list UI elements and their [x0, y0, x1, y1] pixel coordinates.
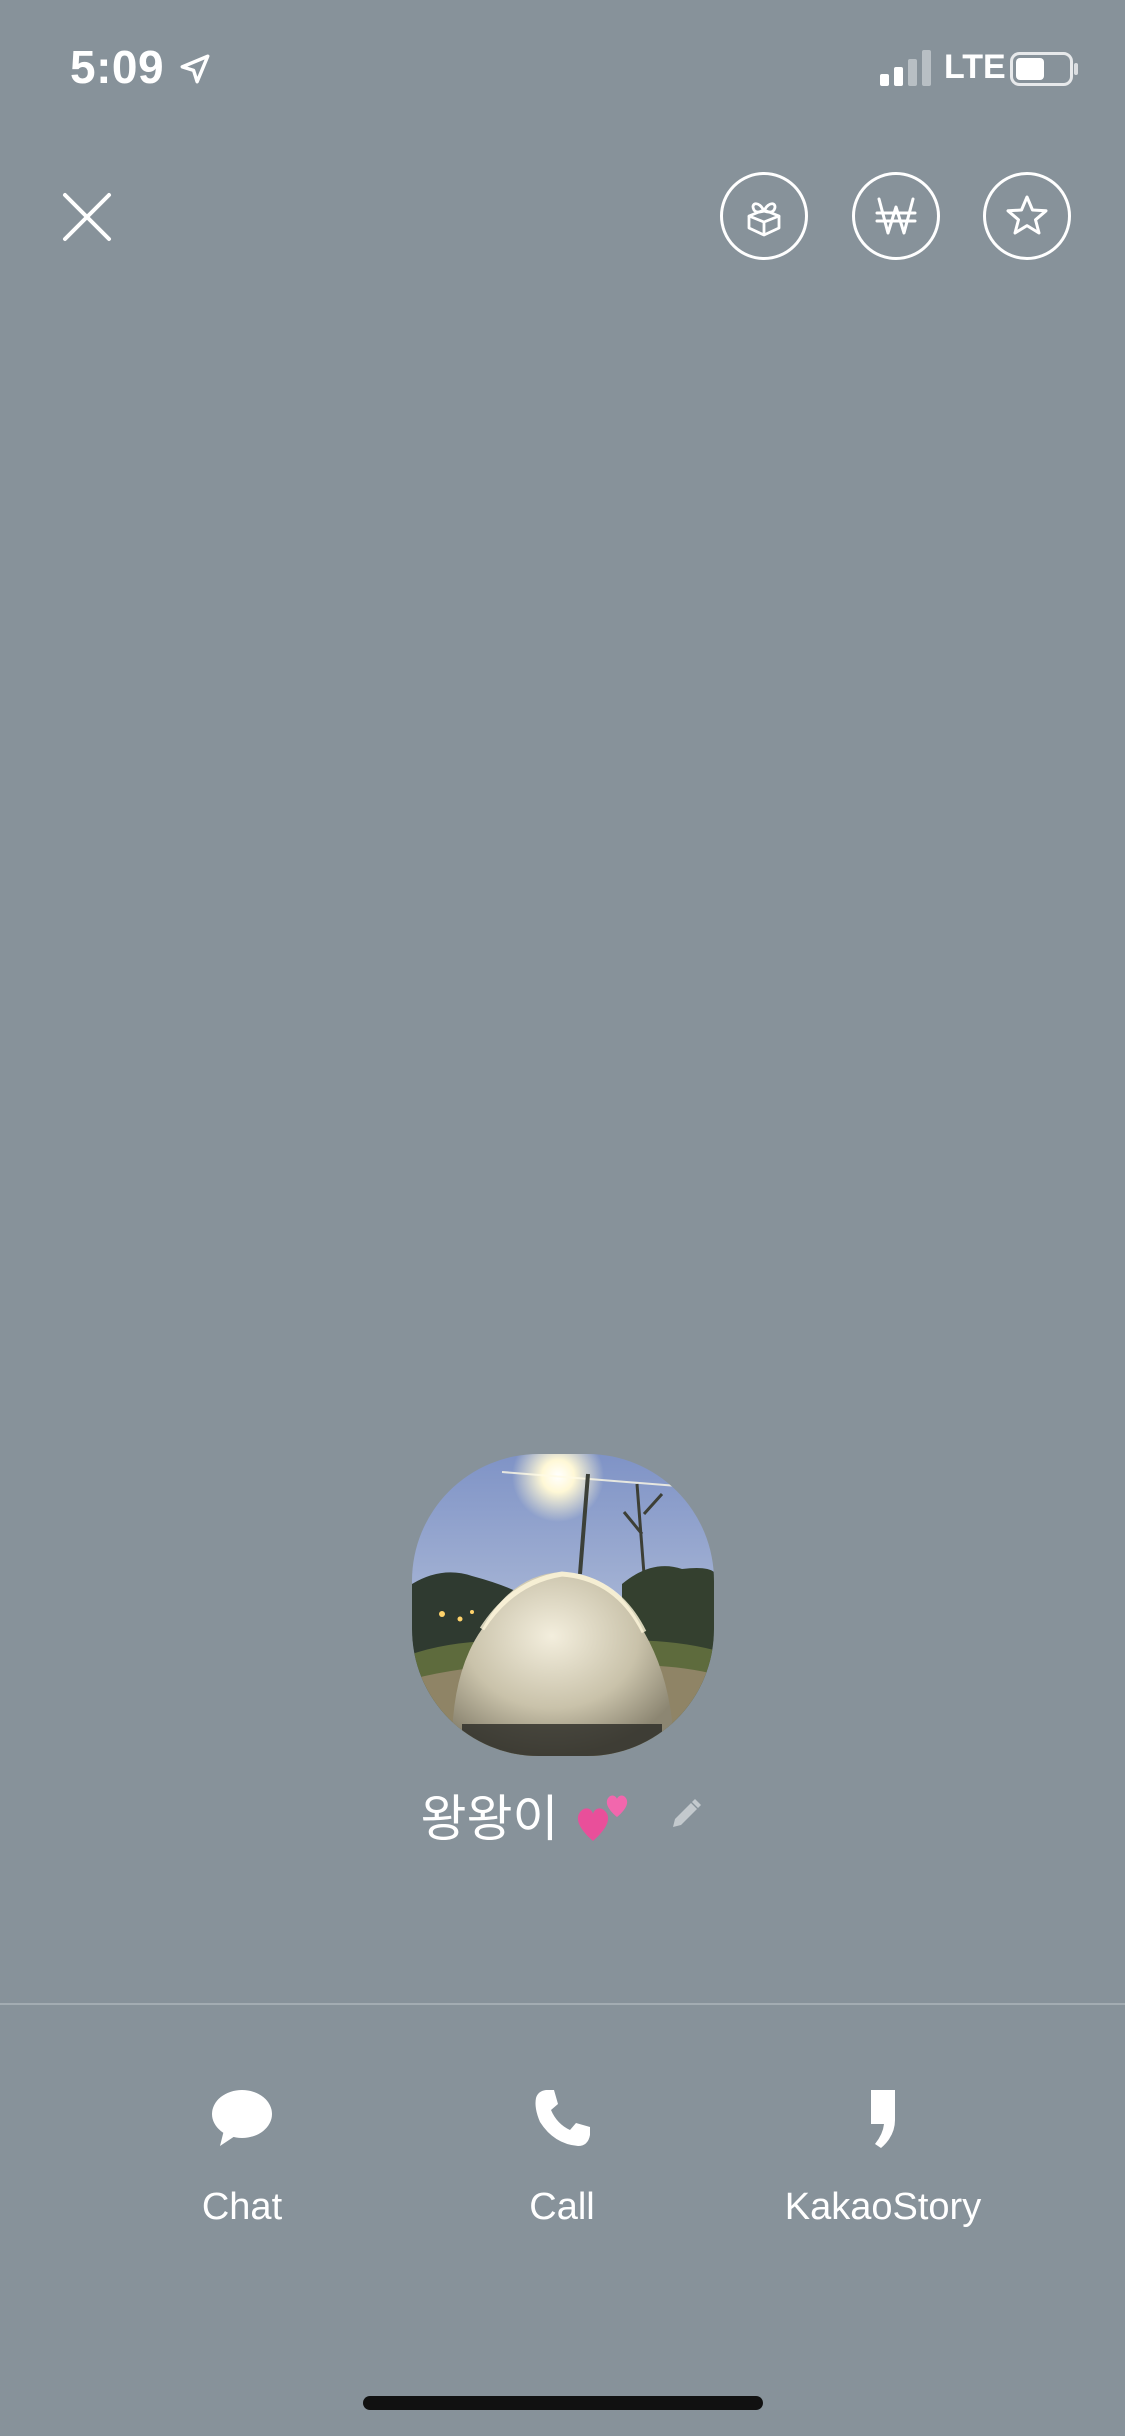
battery-icon: [1010, 52, 1078, 86]
profile-screen: 5:09 LTE 왕왕이 Chat Call KakaoStory: [0, 0, 1125, 2436]
kakaostory-icon: [871, 2090, 895, 2148]
call-button[interactable]: Call: [422, 2080, 702, 2260]
signal-icon: [880, 50, 931, 86]
close-icon[interactable]: [50, 180, 124, 254]
network-type: LTE: [944, 48, 1006, 86]
profile-name-row: 왕왕이: [0, 1780, 1125, 1850]
won-icon: [875, 197, 917, 235]
gift-icon: [747, 202, 781, 237]
location-arrow-icon: [180, 54, 210, 84]
speech-bubble-icon: [212, 2090, 272, 2146]
status-bar: 5:09 LTE: [0, 0, 1125, 140]
profile-photo: [412, 1454, 714, 1756]
status-time: 5:09: [70, 41, 165, 93]
home-indicator[interactable]: [363, 2396, 763, 2410]
chat-label: Chat: [201, 2186, 283, 2228]
pay-button[interactable]: [852, 172, 940, 260]
gift-button[interactable]: [720, 172, 808, 260]
profile-avatar[interactable]: [412, 1454, 714, 1756]
favorite-button[interactable]: [983, 172, 1071, 260]
kakaostory-button[interactable]: KakaoStory: [743, 2080, 1023, 2260]
pencil-icon[interactable]: [665, 1795, 705, 1835]
two-hearts-icon: [577, 1795, 627, 1841]
call-label: Call: [529, 2186, 595, 2228]
kakaostory-label: KakaoStory: [784, 2186, 982, 2228]
divider: [0, 2003, 1125, 2005]
star-icon: [1006, 195, 1048, 235]
phone-icon: [535, 2090, 590, 2146]
chat-button[interactable]: Chat: [102, 2080, 382, 2260]
profile-name: 왕왕이: [420, 1790, 559, 1848]
